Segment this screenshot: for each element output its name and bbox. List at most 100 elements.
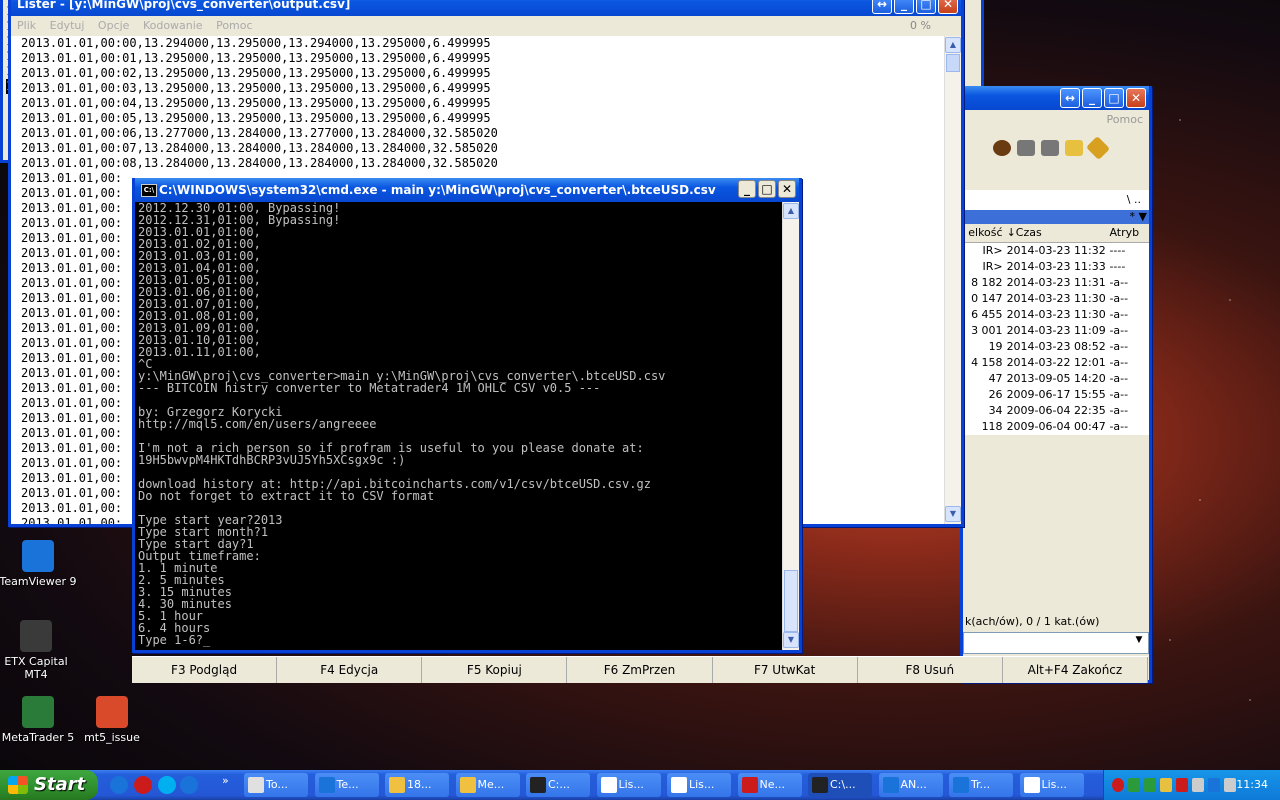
camera-icon[interactable] bbox=[1041, 140, 1059, 156]
f3-view-button[interactable]: F3 Podgląd bbox=[132, 657, 278, 683]
maximize-button[interactable]: □ bbox=[916, 0, 936, 14]
scroll-down-icon[interactable]: ▼ bbox=[783, 632, 799, 648]
taskbar-button-label: Lis... bbox=[689, 778, 715, 791]
quicklaunch-expand-icon[interactable]: » bbox=[222, 774, 229, 787]
taskbar-button[interactable]: AN... bbox=[878, 773, 943, 797]
close-button[interactable]: ✕ bbox=[938, 0, 958, 14]
cmd-titlebar[interactable]: C:\ C:\WINDOWS\system32\cmd.exe - main y… bbox=[135, 178, 799, 202]
swap-icon[interactable]: ↔ bbox=[1060, 88, 1080, 108]
maximize-button[interactable]: □ bbox=[758, 180, 776, 198]
f7-mkdir-button[interactable]: F7 UtwKat bbox=[713, 657, 858, 683]
taskbar-button[interactable]: Lis... bbox=[596, 773, 661, 797]
taskbar-button[interactable]: Ne... bbox=[737, 773, 802, 797]
table-row[interactable]: 118 2009-06-04 00:47 -a-- bbox=[963, 419, 1149, 435]
swap-icon[interactable]: ↔ bbox=[872, 0, 892, 14]
taskbar-button[interactable]: 18... bbox=[385, 773, 449, 797]
desktop-icon-etx[interactable]: ETX Capital MT4 bbox=[0, 620, 76, 681]
taskbar-button[interactable]: Me... bbox=[455, 773, 520, 797]
quicklaunch-skype-icon[interactable] bbox=[158, 776, 176, 794]
taskbar-button[interactable]: C:... bbox=[526, 773, 590, 797]
menu-pomoc[interactable]: Pomoc bbox=[216, 19, 252, 32]
taskbar-button[interactable]: Te... bbox=[314, 773, 379, 797]
desktop-icon-mt5-issue[interactable]: mt5_issue bbox=[72, 696, 152, 744]
teamviewer-tray-icon[interactable] bbox=[1208, 778, 1220, 792]
quicklaunch-teamviewer-icon[interactable] bbox=[180, 776, 198, 794]
lister-scrollbar[interactable]: ▲ ▼ bbox=[944, 36, 961, 524]
folder-icon[interactable] bbox=[1065, 140, 1083, 156]
tc-titlebar[interactable]: ↔ _ □ ✕ bbox=[963, 86, 1149, 110]
f4-edit-button[interactable]: F4 Edycja bbox=[277, 657, 423, 683]
table-row[interactable]: 6 455 2014-03-23 11:30 -a-- bbox=[963, 307, 1149, 323]
close-button[interactable]: ✕ bbox=[778, 180, 796, 198]
desktop-icon-teamviewer[interactable]: TeamViewer 9 bbox=[0, 540, 78, 588]
scroll-up-icon[interactable]: ▲ bbox=[945, 37, 961, 53]
table-row[interactable]: 8 182 2014-03-23 11:31 -a-- bbox=[963, 275, 1149, 291]
maximize-button[interactable]: □ bbox=[1104, 88, 1124, 108]
quicklaunch-opera-icon[interactable] bbox=[134, 776, 152, 794]
quicklaunch-ie-icon[interactable] bbox=[110, 776, 128, 794]
col-size[interactable]: elkość bbox=[963, 224, 1007, 242]
table-row[interactable]: 0 147 2014-03-23 11:30 -a-- bbox=[963, 291, 1149, 307]
total-commander-window[interactable]: ↔ _ □ ✕ Pomoc \ .. * ▼ elkość ↓Czas Atryb… bbox=[960, 86, 1152, 683]
wow-icon[interactable] bbox=[993, 140, 1011, 156]
chevron-down-icon[interactable]: ▼ bbox=[1139, 210, 1147, 224]
table-row[interactable]: 4 158 2014-03-22 12:01 -a-- bbox=[963, 355, 1149, 371]
tray-icon[interactable] bbox=[1224, 778, 1236, 792]
table-row[interactable]: IR> 2014-03-23 11:32 ---- bbox=[963, 243, 1149, 259]
taskbar-button[interactable]: C:\... bbox=[808, 773, 872, 797]
f8-delete-button[interactable]: F8 Usuń bbox=[858, 657, 1003, 683]
network-tray-icon[interactable] bbox=[1144, 778, 1156, 792]
table-row[interactable]: 19 2014-03-23 08:52 -a-- bbox=[963, 339, 1149, 355]
col-time[interactable]: ↓Czas bbox=[1007, 224, 1110, 242]
minimize-button[interactable]: _ bbox=[894, 0, 914, 14]
volume-icon[interactable] bbox=[1192, 778, 1204, 792]
menu-pomoc[interactable]: Pomoc bbox=[1107, 113, 1143, 126]
taskbar-button[interactable]: Lis... bbox=[1019, 773, 1084, 797]
app-icon bbox=[741, 777, 758, 793]
lister-titlebar[interactable]: Lister - [y:\MinGW\proj\cvs_converter\ou… bbox=[11, 0, 961, 16]
menu-edytuj[interactable]: Edytuj bbox=[50, 19, 85, 32]
lister-title: Lister - [y:\MinGW\proj\cvs_converter\ou… bbox=[17, 0, 351, 11]
desktop-icon-metatrader5[interactable]: MetaTrader 5 bbox=[0, 696, 78, 744]
camera-icon[interactable] bbox=[1017, 140, 1035, 156]
close-button[interactable]: ✕ bbox=[1126, 88, 1146, 108]
col-attr[interactable]: Atryb bbox=[1109, 224, 1149, 242]
taskbar-button[interactable]: Lis... bbox=[667, 773, 731, 797]
network-tray-icon[interactable] bbox=[1128, 778, 1140, 792]
table-cell: 2009-06-17 15:55 bbox=[1006, 388, 1106, 401]
scroll-up-icon[interactable]: ▲ bbox=[783, 203, 799, 219]
security-tray-icon[interactable] bbox=[1176, 778, 1188, 792]
menu-plik[interactable]: Plik bbox=[17, 19, 36, 32]
table-row[interactable]: 34 2009-06-04 22:35 -a-- bbox=[963, 403, 1149, 419]
cmd-scrollbar[interactable]: ▲ ▼ bbox=[782, 202, 799, 650]
tc-command-line[interactable]: ▼ bbox=[963, 632, 1149, 654]
exit-button[interactable]: Alt+F4 Zakończ bbox=[1003, 657, 1148, 683]
tc-filter[interactable]: * ▼ bbox=[963, 210, 1149, 224]
start-button[interactable]: Start bbox=[0, 770, 98, 800]
scroll-down-icon[interactable]: ▼ bbox=[945, 506, 961, 522]
taskbar-button[interactable]: To... bbox=[244, 773, 308, 797]
shield-tray-icon[interactable] bbox=[1160, 778, 1172, 792]
cmd-console-output[interactable]: 2012.12.30,01:00, Bypassing! 2012.12.31,… bbox=[135, 202, 782, 650]
table-row[interactable]: 47 2013-09-05 14:20 -a-- bbox=[963, 371, 1149, 387]
table-row[interactable]: 26 2009-06-17 15:55 -a-- bbox=[963, 387, 1149, 403]
minimize-button[interactable]: _ bbox=[738, 180, 756, 198]
clock[interactable]: 11:34 bbox=[1236, 770, 1268, 800]
table-row[interactable]: IR> 2014-03-23 11:33 ---- bbox=[963, 259, 1149, 275]
opera-tray-icon[interactable] bbox=[1112, 778, 1124, 792]
cmd-window[interactable]: C:\ C:\WINDOWS\system32\cmd.exe - main y… bbox=[132, 178, 802, 653]
scroll-thumb[interactable] bbox=[946, 54, 960, 72]
f6-move-button[interactable]: F6 ZmPrzen bbox=[567, 657, 713, 683]
chevron-down-icon[interactable]: ▼ bbox=[1132, 635, 1146, 649]
f5-copy-button[interactable]: F5 Kopiuj bbox=[422, 657, 568, 683]
scroll-thumb[interactable] bbox=[784, 570, 798, 632]
table-cell: 4 158 bbox=[971, 356, 1003, 369]
menu-kodowanie[interactable]: Kodowanie bbox=[143, 19, 203, 32]
taskbar-button[interactable]: Tr... bbox=[949, 773, 1013, 797]
menu-opcje[interactable]: Opcje bbox=[98, 19, 130, 32]
table-cell: 2013-09-05 14:20 bbox=[1006, 372, 1106, 385]
table-row[interactable]: 3 001 2014-03-23 11:09 -a-- bbox=[963, 323, 1149, 339]
tag-icon[interactable] bbox=[1085, 135, 1111, 161]
windows-logo-icon bbox=[8, 776, 28, 794]
minimize-button[interactable]: _ bbox=[1082, 88, 1102, 108]
